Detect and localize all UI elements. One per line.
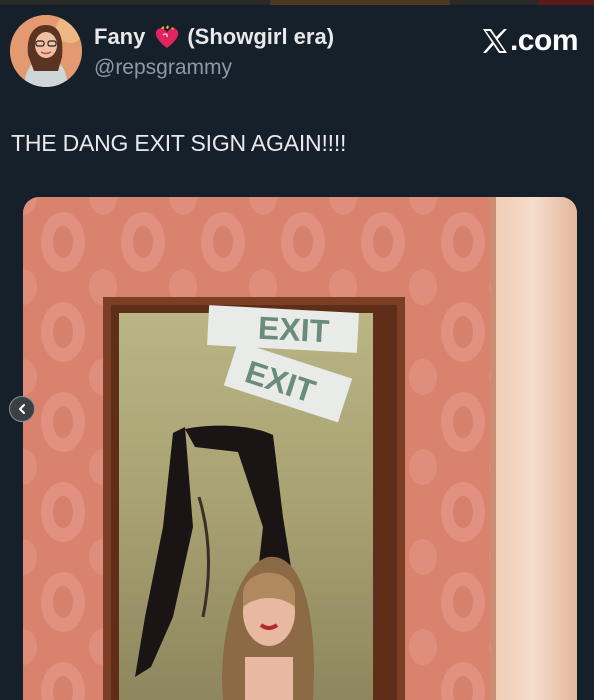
tweet-media-image[interactable]: EXIT EXIT [23, 197, 577, 700]
user-handle[interactable]: @repsgrammy [94, 56, 232, 80]
brand-label: .com [509, 24, 579, 57]
chevron-left-icon [19, 404, 25, 414]
carousel-prev-button[interactable] [9, 396, 35, 422]
top-edge-strip [0, 0, 594, 5]
exit-sign-1-label: EXIT [257, 310, 330, 350]
heart-on-fire-icon [154, 25, 180, 49]
top-edge-segment [538, 0, 594, 5]
display-name-row[interactable]: Fany (Showgirl era) [94, 24, 334, 50]
top-edge-segment [270, 0, 450, 5]
x-com-brand: .com [481, 24, 579, 58]
x-logo-icon [482, 29, 507, 53]
display-name[interactable]: Fany [94, 24, 145, 50]
avatar[interactable] [10, 15, 82, 87]
tweet-text: THE DANG EXIT SIGN AGAIN!!!! [11, 130, 347, 156]
display-name-suffix: (Showgirl era) [187, 24, 335, 49]
